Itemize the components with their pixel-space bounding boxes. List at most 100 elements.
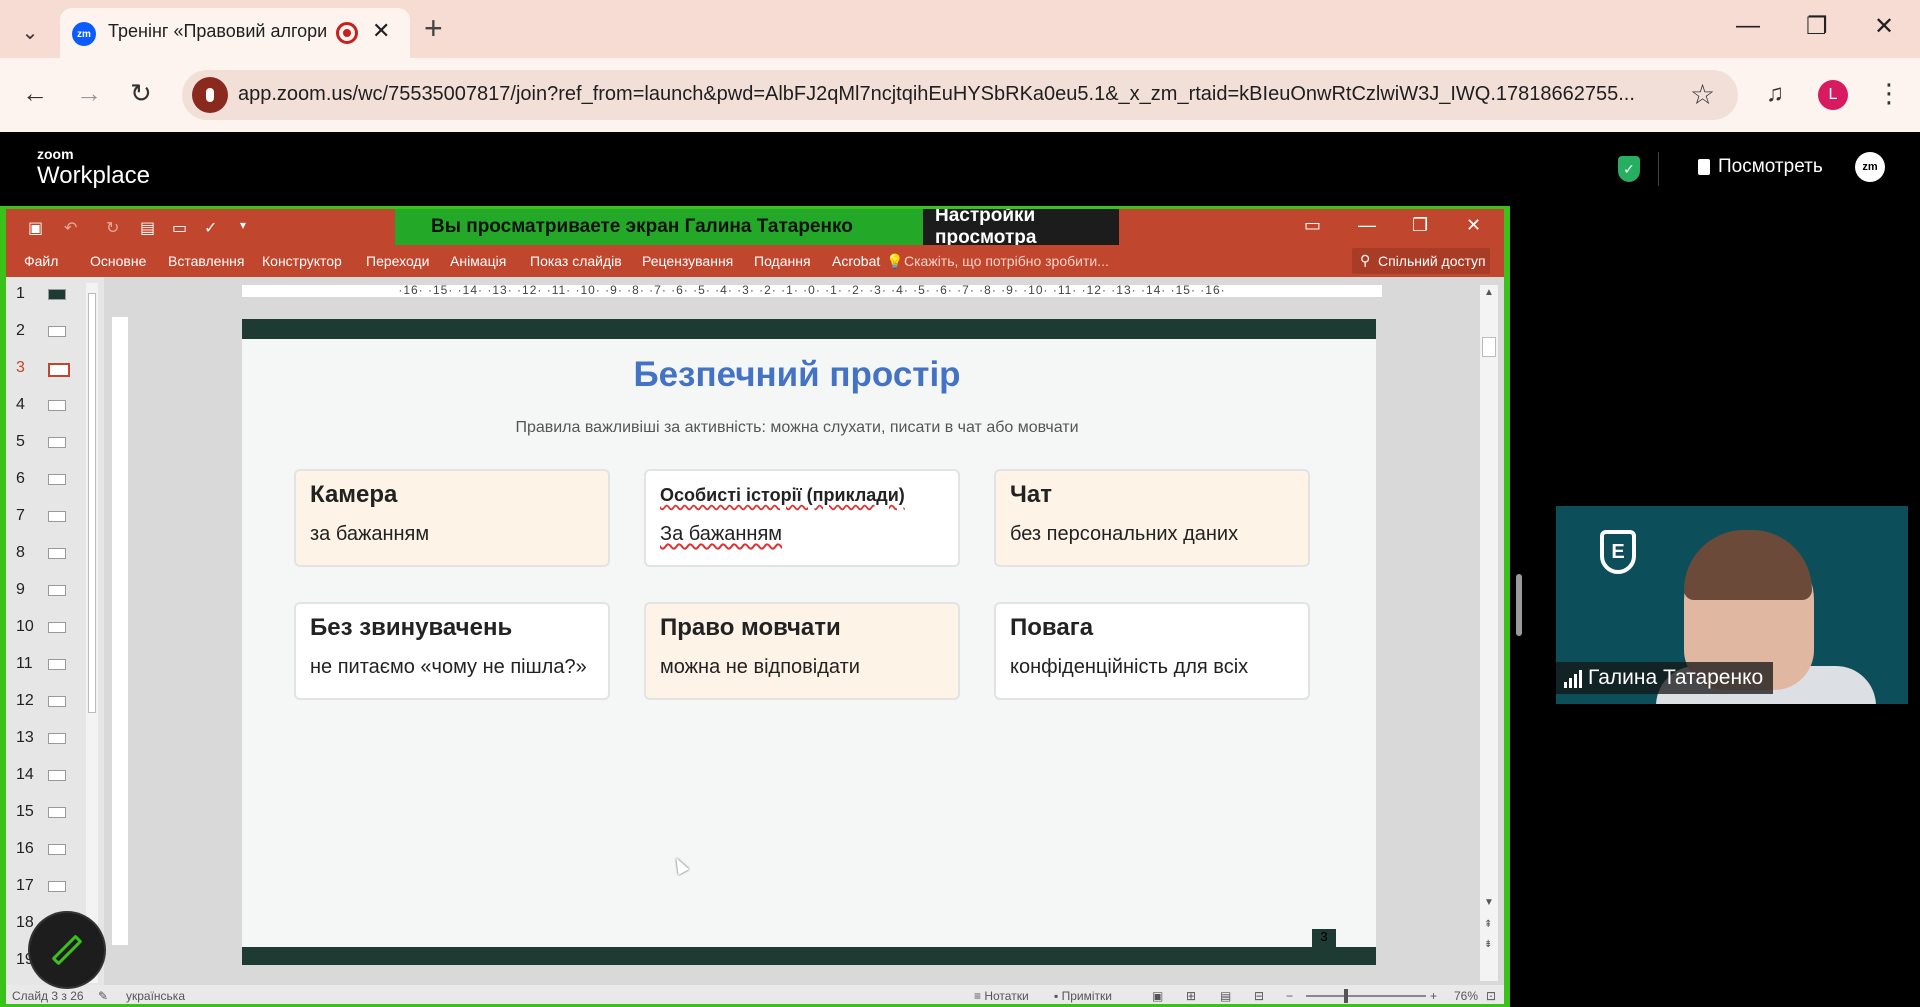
bookmark-star-icon[interactable]: ☆ — [1690, 78, 1715, 111]
save-icon[interactable]: ▣ — [28, 218, 43, 238]
rule-card-chat[interactable]: Чат без персональних даних — [994, 469, 1310, 567]
comments-label: Примітки — [1061, 989, 1112, 1003]
microphone-icon[interactable] — [192, 77, 228, 113]
reading-view-icon[interactable]: ▤ — [1220, 989, 1231, 1003]
redo-icon[interactable]: ↻ — [106, 218, 119, 238]
view-button[interactable]: Посмотреть — [1698, 156, 1823, 178]
card-title: Особисті історії (приклади) — [660, 485, 905, 505]
thumbnail-2[interactable]: 2 — [16, 322, 66, 340]
open-folder-icon[interactable]: ▭ — [172, 218, 187, 238]
slide-sorter-icon[interactable]: ⊞ — [1186, 989, 1196, 1003]
customize-qat-icon[interactable]: ▾ — [240, 218, 246, 232]
thumbnail-16[interactable]: 16 — [16, 840, 66, 858]
ribbon-tab-file[interactable]: Файл — [24, 253, 58, 269]
reload-icon[interactable]: ↻ — [130, 78, 152, 109]
rule-card-respect[interactable]: Повага конфіденційність для всіх — [994, 602, 1310, 700]
scrollbar-thumb[interactable] — [88, 293, 96, 713]
thumbnail-11[interactable]: 11 — [16, 655, 66, 673]
address-bar[interactable]: app.zoom.us/wc/75535007817/join?ref_from… — [182, 70, 1738, 120]
thumbnail-17[interactable]: 17 — [16, 877, 66, 895]
ribbon-tab-transitions[interactable]: Переходи — [366, 253, 429, 269]
undo-icon[interactable]: ↶ — [64, 218, 77, 238]
participant-video[interactable]: E Галина Татаренко — [1556, 506, 1908, 704]
minimize-icon[interactable]: — — [1736, 12, 1760, 40]
proofing-icon[interactable]: ✎ — [98, 989, 108, 1003]
thumbnail-3[interactable]: 3 — [16, 359, 70, 377]
ribbon-tab-review[interactable]: Рецензування — [642, 253, 733, 269]
thumbnail-10[interactable]: 10 — [16, 618, 66, 636]
zoom-out-icon[interactable]: − — [1286, 989, 1293, 1003]
thumbnail-7[interactable]: 7 — [16, 507, 66, 525]
rule-card-silence[interactable]: Право мовчати можна не відповідати — [644, 602, 960, 700]
thumbnail-5[interactable]: 5 — [16, 433, 66, 451]
spellcheck-icon[interactable]: ✓ — [204, 218, 217, 238]
url-text[interactable]: app.zoom.us/wc/75535007817/join?ref_from… — [238, 83, 1658, 106]
thumbnail-9[interactable]: 9 — [16, 581, 66, 599]
zoom-slider-handle[interactable] — [1344, 989, 1348, 1003]
scrollbar-thumb[interactable] — [1482, 337, 1496, 357]
restore-icon[interactable]: ❐ — [1806, 12, 1828, 41]
new-tab-button[interactable]: + — [424, 10, 443, 47]
zoom-apps-icon[interactable]: zm — [1855, 152, 1885, 182]
ribbon-tab-insert[interactable]: Вставлення — [168, 253, 245, 269]
thumbnail-8[interactable]: 8 — [16, 544, 66, 562]
share-access-button[interactable]: ⚲ Спільний доступ — [1352, 248, 1490, 274]
ppt-restore-icon[interactable]: ❐ — [1412, 215, 1428, 236]
thumbnail-1[interactable]: 1 — [16, 285, 66, 303]
slideshow-view-icon[interactable]: ⊟ — [1254, 989, 1264, 1003]
rule-card-no-blame[interactable]: Без звинувачень не питаємо «чому не пішл… — [294, 602, 610, 700]
zoom-level[interactable]: 76% — [1454, 989, 1478, 1003]
prev-slide-icon[interactable]: ⇞ — [1484, 919, 1492, 930]
ribbon-tab-view[interactable]: Подання — [754, 253, 811, 269]
thumbnail-18[interactable]: 18 — [16, 914, 66, 932]
close-tab-icon[interactable]: ✕ — [372, 18, 390, 44]
forward-arrow-icon[interactable]: → — [76, 78, 102, 109]
browser-menu-icon[interactable]: ⋮ — [1876, 78, 1902, 109]
view-settings-button[interactable]: Настройки просмотра — [923, 209, 1119, 248]
zoom-slider[interactable] — [1306, 995, 1426, 997]
ppt-close-icon[interactable]: ✕ — [1466, 215, 1481, 236]
thumbnail-14[interactable]: 14 — [16, 766, 66, 784]
scroll-up-icon[interactable]: ▲ — [1484, 287, 1494, 298]
fit-slide-icon[interactable]: ⊡ — [1486, 989, 1496, 1003]
thumbnail-preview — [48, 289, 66, 300]
ribbon-tab-animation[interactable]: Анімація — [450, 253, 506, 269]
annotate-button[interactable] — [30, 913, 104, 987]
tab-search-button[interactable]: ⌄ — [12, 14, 48, 50]
normal-view-icon[interactable]: ▣ — [1152, 989, 1163, 1003]
security-shield-icon[interactable]: ✓ — [1618, 156, 1640, 182]
ppt-minimize-icon[interactable]: — — [1358, 215, 1376, 236]
ribbon-tab-slideshow[interactable]: Показ слайдів — [530, 253, 622, 269]
thumbnail-6[interactable]: 6 — [16, 470, 66, 488]
ribbon-display-icon[interactable]: ▭ — [1304, 215, 1321, 236]
language-indicator[interactable]: українська — [126, 989, 185, 1003]
gallery-splitter[interactable] — [1516, 574, 1522, 636]
close-window-icon[interactable]: ✕ — [1874, 12, 1894, 41]
slide-title[interactable]: Безпечний простір — [242, 355, 1352, 395]
slide-scrollbar[interactable]: ▲ ▼ ⇞ ⇟ — [1480, 285, 1498, 981]
thumbnail-15[interactable]: 15 — [16, 803, 66, 821]
thumbnail-preview — [48, 770, 66, 781]
ribbon-tab-home[interactable]: Основне — [90, 253, 146, 269]
present-icon[interactable]: ▤ — [140, 218, 155, 238]
browser-tab[interactable]: zm Тренінг «Правовий алгори ✕ — [60, 8, 410, 58]
tell-me-search[interactable]: Скажіть, що потрібно зробити... — [904, 253, 1109, 269]
thumbnail-12[interactable]: 12 — [16, 692, 66, 710]
media-control-icon[interactable]: ♫ — [1766, 80, 1784, 108]
thumbnails-scrollbar[interactable] — [86, 283, 98, 983]
thumbnail-13[interactable]: 13 — [16, 729, 66, 747]
zoom-in-icon[interactable]: + — [1430, 989, 1437, 1003]
rule-card-stories[interactable]: Особисті історії (приклади) За бажанням — [644, 469, 960, 567]
next-slide-icon[interactable]: ⇟ — [1484, 939, 1492, 950]
ribbon-tab-design[interactable]: Конструктор — [262, 253, 342, 269]
slide-canvas[interactable]: Безпечний простір Правила важливіші за а… — [242, 319, 1376, 965]
back-arrow-icon[interactable]: ← — [22, 78, 48, 109]
thumbnail-4[interactable]: 4 — [16, 396, 66, 414]
slide-subtitle[interactable]: Правила важливіші за активність: можна с… — [242, 419, 1352, 437]
profile-avatar[interactable]: L — [1818, 80, 1848, 110]
notes-button[interactable]: ≡ Нотатки — [974, 989, 1029, 1003]
comments-button[interactable]: ▪ Примітки — [1054, 989, 1112, 1003]
rule-card-camera[interactable]: Камера за бажанням — [294, 469, 610, 567]
scroll-down-icon[interactable]: ▼ — [1484, 897, 1494, 908]
ribbon-tab-acrobat[interactable]: Acrobat — [832, 253, 880, 269]
